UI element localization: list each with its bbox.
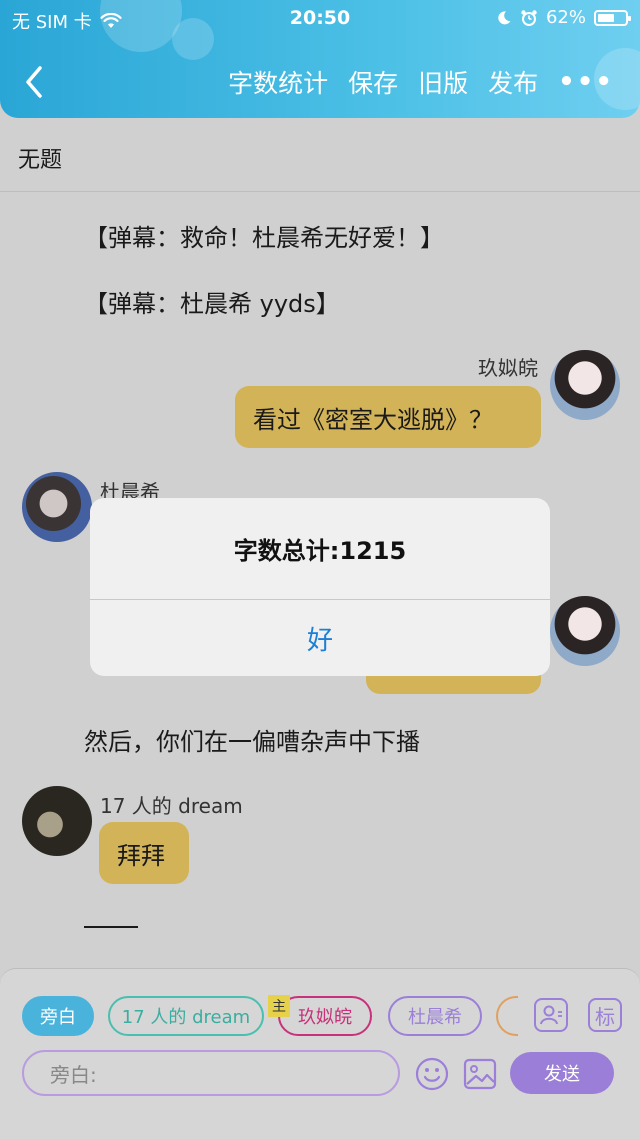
- word-count-button[interactable]: 字数统计: [228, 64, 328, 100]
- message-bubble[interactable]: 看过《密室大逃脱》？: [235, 386, 541, 448]
- old-version-button[interactable]: 旧版: [418, 64, 468, 100]
- chip-dream[interactable]: 17 人的 dream: [108, 996, 264, 1036]
- save-button[interactable]: 保存: [348, 64, 398, 100]
- chip-jiusiwan[interactable]: 玖姒皖: [278, 996, 372, 1036]
- tag-button[interactable]: 标: [588, 998, 622, 1032]
- narration-line: 【弹幕：杜晨希 yyds】: [84, 290, 340, 318]
- word-count-alert: 字数总计:1215 好: [90, 498, 550, 676]
- alarm-icon: [521, 9, 537, 26]
- send-button[interactable]: 发送: [510, 1052, 614, 1094]
- chevron-left-icon: [26, 66, 42, 98]
- alert-ok-button[interactable]: 好: [90, 600, 550, 676]
- battery-icon: [594, 9, 631, 26]
- avatar[interactable]: [550, 596, 620, 666]
- message-input[interactable]: 旁白:: [22, 1050, 400, 1096]
- moon-icon: [498, 10, 511, 24]
- alert-message: 字数总计:1215: [90, 498, 550, 600]
- chip-narrator[interactable]: 旁白: [22, 996, 94, 1036]
- speaker-name: 17 人的 dream: [100, 794, 243, 818]
- avatar[interactable]: [22, 786, 92, 856]
- image-icon[interactable]: [462, 1056, 498, 1092]
- speaker-name: 玖姒皖: [478, 356, 538, 380]
- document-title[interactable]: 无题: [18, 142, 62, 174]
- document-title-bar[interactable]: 无题: [0, 118, 640, 192]
- back-button[interactable]: [22, 62, 46, 102]
- status-bar: 无 SIM 卡 20:50 62%: [0, 0, 640, 40]
- narration-line: 【弹幕：救命！杜晨希无好爱！】: [84, 224, 444, 252]
- more-icon[interactable]: •••: [558, 67, 614, 97]
- main-character-badge: 主: [268, 995, 290, 1017]
- avatar[interactable]: [22, 472, 92, 542]
- avatar[interactable]: [550, 350, 620, 420]
- battery-percent: 62%: [545, 7, 586, 28]
- narration-line: 然后，你们在一偏嘈杂声中下播: [84, 728, 420, 756]
- message-bubble[interactable]: 拜拜: [99, 822, 189, 884]
- person-icon: [540, 1005, 562, 1025]
- divider-dash: [84, 926, 138, 928]
- person-card-icon[interactable]: [534, 998, 568, 1032]
- smiley-icon[interactable]: [414, 1056, 450, 1092]
- header-actions: 字数统计 保存 旧版 发布 •••: [228, 64, 614, 100]
- publish-button[interactable]: 发布: [488, 64, 538, 100]
- battery-level: [598, 13, 614, 22]
- chip-duchenxi[interactable]: 杜晨希: [388, 996, 482, 1036]
